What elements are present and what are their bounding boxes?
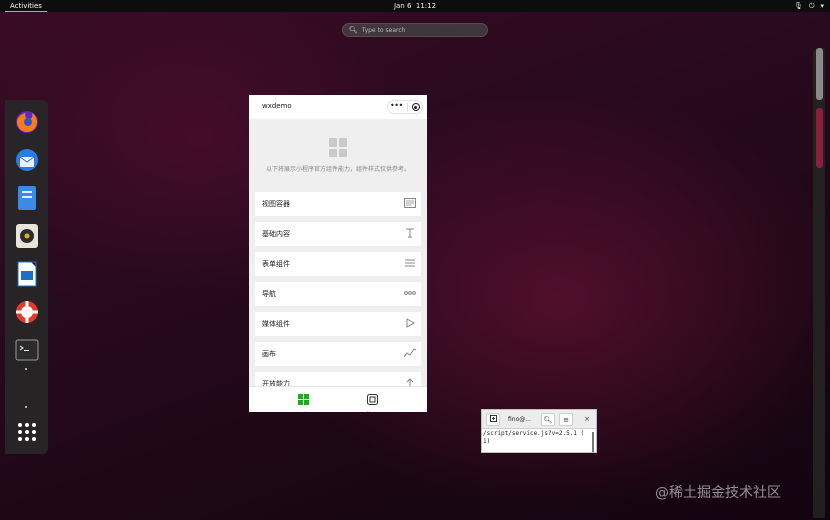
- terminal-line: /script/service.js?v=2.5.1 (: [483, 430, 585, 437]
- intro-text: 以下将展示小程序官方组件能力，组件样式仅供参考。: [265, 166, 410, 173]
- terminal-header: fino@... 🔍︎ ≡ ×: [482, 410, 596, 429]
- wx-title: wxdemo: [262, 102, 292, 110]
- more-icon[interactable]: •••: [390, 101, 403, 110]
- view-container-icon: [404, 198, 416, 210]
- menu-item-label: 视图容器: [262, 200, 290, 208]
- menu-item-basic-content[interactable]: 基础内容: [255, 222, 421, 246]
- date: Jan 6: [393, 2, 412, 10]
- search-icon: 🔍︎: [349, 26, 358, 34]
- time: 11:12: [415, 2, 437, 10]
- terminal-scrollbar[interactable]: [592, 432, 594, 452]
- navigation-icon: [404, 288, 416, 300]
- tab-label: 接口: [357, 410, 387, 412]
- separator-dot: [25, 406, 27, 408]
- menu-item-canvas[interactable]: 画布: [255, 342, 421, 366]
- search-button[interactable]: 🔍︎: [541, 413, 555, 426]
- menu-item-media[interactable]: 媒体组件: [255, 312, 421, 336]
- close-button[interactable]: ×: [580, 413, 594, 426]
- tab-label: 组件: [288, 410, 318, 412]
- top-bar: Activities Jan 6 11:12 🎙 ⏻ ▾: [0, 0, 830, 12]
- capsule-menu: •••: [387, 100, 423, 114]
- components-icon: [297, 394, 309, 405]
- menu-button[interactable]: ≡: [559, 413, 573, 426]
- files-icon[interactable]: [13, 184, 40, 211]
- search-bar[interactable]: 🔍︎: [342, 23, 488, 37]
- menu-item-form[interactable]: 表单组件: [255, 252, 421, 276]
- api-icon: [366, 394, 378, 405]
- rhythmbox-icon[interactable]: [13, 222, 40, 249]
- tab-components[interactable]: 组件: [288, 390, 318, 412]
- menu-item-navigation[interactable]: 导航: [255, 282, 421, 306]
- menu-item-label: 画布: [262, 350, 276, 358]
- thunderbird-icon[interactable]: [13, 146, 40, 173]
- menu-item-label: 导航: [262, 290, 276, 298]
- terminal-line: 1): [483, 438, 491, 445]
- menu-item-view-container[interactable]: 视图容器: [255, 192, 421, 216]
- menu-item-label: 表单组件: [262, 260, 290, 268]
- search-input[interactable]: [361, 26, 482, 34]
- workspace-thumbnail-active[interactable]: [816, 108, 823, 168]
- help-icon[interactable]: [13, 298, 40, 325]
- wx-navigation-bar: wxdemo •••: [249, 95, 427, 119]
- terminal-title: fino@...: [508, 416, 531, 423]
- play-icon: [404, 318, 416, 330]
- microphone-icon[interactable]: 🎙: [794, 0, 803, 12]
- menu-item-label: 媒体组件: [262, 320, 290, 328]
- tab-bar: 组件 接口: [249, 386, 427, 412]
- terminal-icon[interactable]: [13, 336, 40, 363]
- system-status[interactable]: 🎙 ⏻ ▾: [794, 0, 824, 12]
- menu-item-label: 基础内容: [262, 230, 290, 238]
- clock[interactable]: Jan 6 11:12: [0, 0, 830, 12]
- power-icon[interactable]: ⏻: [809, 0, 815, 12]
- wxdemo-window: wxdemo ••• 以下将展示小程序官方组件能力，组件样式仅供参考。 视图容器…: [249, 95, 427, 412]
- capsule-divider: [406, 103, 408, 111]
- dock: [5, 100, 48, 454]
- chevron-down-icon[interactable]: ▾: [820, 0, 824, 12]
- terminal-window: fino@... 🔍︎ ≡ × /script/service.js?v=2.5…: [481, 409, 597, 453]
- canvas-icon: [403, 348, 417, 360]
- watermark: @稀土掘金技术社区: [655, 485, 781, 501]
- tab-api[interactable]: 接口: [357, 390, 387, 412]
- component-logo-icon: [329, 138, 348, 157]
- close-miniprogram-icon[interactable]: [411, 103, 420, 111]
- firefox-icon[interactable]: [13, 108, 40, 135]
- running-indicator: [25, 368, 27, 370]
- workspace-thumbnail[interactable]: [816, 48, 823, 100]
- libreoffice-writer-icon[interactable]: [13, 260, 40, 287]
- workspace-switcher[interactable]: [813, 48, 825, 518]
- text-icon: [404, 228, 416, 240]
- show-apps-icon[interactable]: [13, 418, 40, 445]
- new-tab-button[interactable]: [486, 413, 500, 426]
- terminal-output[interactable]: /script/service.js?v=2.5.1 ( 1): [482, 429, 596, 452]
- form-icon: [404, 258, 416, 270]
